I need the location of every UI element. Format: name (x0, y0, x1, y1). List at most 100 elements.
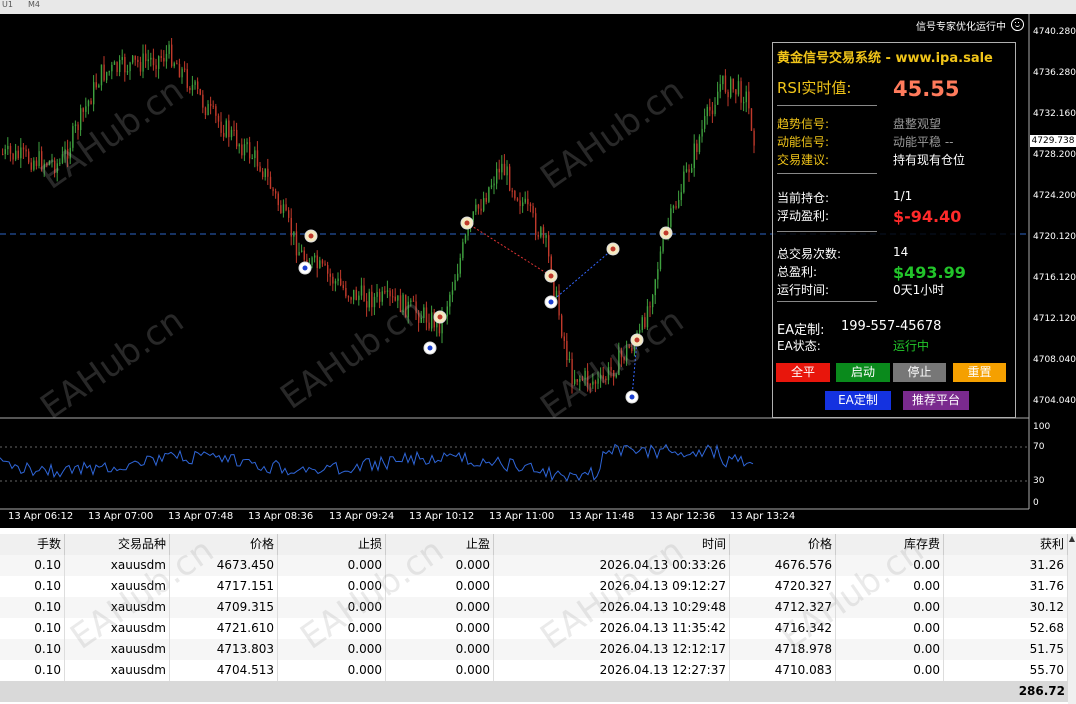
divider (777, 231, 877, 232)
candle-body (394, 296, 396, 301)
time-label: 13 Apr 11:00 (489, 511, 555, 522)
column-header: 止盈 (386, 534, 494, 555)
table-cell: 2026.04.13 00:33:26 (494, 555, 730, 576)
candle-body (46, 163, 48, 166)
candle-body (545, 235, 547, 238)
table-row[interactable]: 0.10 xauusdm 4717.151 0.000 0.000 2026.04.13 … (0, 576, 1068, 597)
candle-body (457, 273, 459, 281)
candle-body (477, 204, 480, 209)
candle-body (176, 63, 178, 65)
price-chart[interactable]: 信号专家优化运行中 4740.280 4736.280 4732.160 472… (0, 14, 1076, 528)
candle-body (373, 296, 376, 308)
reset-button[interactable]: 重置 (953, 363, 1006, 382)
candle-body (30, 162, 32, 170)
ea-custom-button[interactable]: EA定制 (825, 391, 891, 410)
candle-body (678, 200, 680, 208)
candle-body (581, 378, 584, 380)
start-button[interactable]: 启动 (836, 363, 890, 382)
table-row[interactable]: 0.10 xauusdm 4709.315 0.000 0.000 2026.04.13 … (0, 597, 1068, 618)
table-cell: 0.10 (0, 597, 65, 618)
candle-body (316, 255, 318, 268)
candle-body (51, 160, 53, 162)
candle-body (381, 291, 383, 302)
table-cell: xauusdm (65, 618, 170, 639)
table-cell: 0.000 (278, 660, 386, 681)
candle-body (100, 64, 103, 86)
candle-body (743, 102, 745, 104)
candle-body (288, 210, 290, 218)
table-cell: 0.10 (0, 555, 65, 576)
candle-body (501, 163, 503, 173)
candle-body (267, 168, 269, 177)
divider (777, 105, 877, 106)
candle-body (371, 291, 373, 308)
candle-body (178, 63, 181, 78)
trade-history-table: 手数 交易品种 价格 止损 止盈 时间 价格 库存费 获利 0.10 xauusdm 4673.450… (0, 530, 1076, 704)
table-cell: 0.000 (278, 639, 386, 660)
candle-body (28, 151, 30, 163)
candle-body (737, 81, 740, 95)
candle-body (646, 306, 649, 328)
candle-body (124, 57, 126, 73)
trend-value: 盘整观望 (893, 117, 942, 131)
trade-line (466, 222, 552, 277)
candle-body (43, 163, 45, 170)
state-label: EA状态: (777, 339, 821, 353)
recommend-platform-button[interactable]: 推荐平台 (903, 391, 969, 410)
candle-body (527, 198, 529, 205)
price-label: 4704.040 (1033, 396, 1076, 406)
close-all-button[interactable]: 全平 (776, 363, 830, 382)
candle-body (639, 329, 641, 333)
table-cell: 2026.04.13 12:27:37 (494, 660, 730, 681)
table-scrollbar[interactable]: ▲ (1068, 534, 1076, 704)
candle-body (623, 357, 625, 361)
candle-body (22, 147, 25, 150)
candle-body (243, 144, 246, 156)
table-cell: 31.26 (944, 555, 1068, 576)
table-row[interactable]: 0.10 xauusdm 4673.450 0.000 0.000 2026.04.13 … (0, 555, 1068, 576)
column-header: 止损 (278, 534, 386, 555)
candle-body (353, 289, 355, 300)
candle-body (327, 264, 329, 274)
candle-body (275, 191, 277, 194)
table-cell: 0.00 (836, 597, 944, 618)
table-row[interactable]: 0.10 xauusdm 4713.803 0.000 0.000 2026.04.13 … (0, 639, 1068, 660)
candle-body (74, 124, 77, 127)
table-header[interactable]: 手数 交易品种 价格 止损 止盈 时间 价格 库存费 获利 (0, 534, 1068, 555)
candle-body (254, 150, 256, 159)
candle-body (223, 132, 225, 137)
candle-body (35, 160, 38, 166)
panel-title: 黄金信号交易系统 - www.ipa.sale (777, 47, 993, 66)
candle-body (709, 106, 711, 111)
candle-body (511, 190, 513, 192)
ea-info-panel: 黄金信号交易系统 - www.ipa.sale RSI实时值: 45.55 趋势… (772, 42, 1016, 418)
candle-body (620, 350, 623, 358)
stop-button[interactable]: 停止 (893, 363, 946, 382)
candle-body (537, 235, 539, 237)
column-header: 获利 (944, 534, 1068, 555)
table-total-row[interactable]: 286.72 (0, 681, 1068, 702)
candle-body (340, 278, 342, 286)
advice-label: 交易建议: (777, 153, 830, 167)
table-cell: 2026.04.13 11:35:42 (494, 618, 730, 639)
tab-u1[interactable]: U1 (2, 0, 13, 10)
candle-body (329, 273, 331, 277)
table-cell: xauusdm (65, 660, 170, 681)
trade-marker-dot (629, 394, 635, 400)
candle-body (207, 104, 209, 116)
table-row[interactable]: 0.10 xauusdm 4704.513 0.000 0.000 2026.04.13 … (0, 660, 1068, 681)
runtime-value: 0天1小时 (893, 283, 945, 297)
candle-body (524, 198, 526, 203)
state-value: 运行中 (893, 339, 930, 353)
scroll-up-icon[interactable]: ▲ (1068, 534, 1076, 546)
candle-body (197, 81, 199, 90)
tab-m4[interactable]: M4 (28, 0, 40, 10)
candle-body (516, 198, 519, 201)
current-price-box: 4729.738 (1030, 135, 1076, 147)
candle-body (589, 384, 591, 386)
candle-body (67, 149, 69, 159)
table-row[interactable]: 0.10 xauusdm 4721.610 0.000 0.000 2026.04.13 … (0, 618, 1068, 639)
price-label: 4708.040 (1033, 355, 1076, 365)
candle-body (311, 257, 313, 266)
momentum-label: 动能信号: (777, 135, 830, 149)
